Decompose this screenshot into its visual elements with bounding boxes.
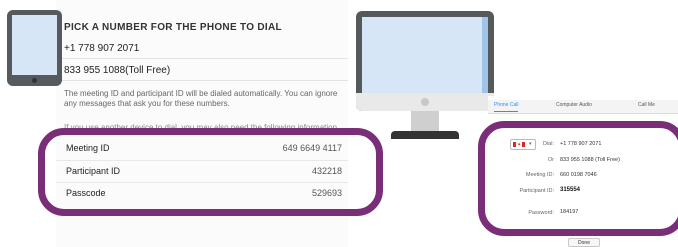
dial-number-option[interactable]: +1 778 907 2071 — [64, 43, 139, 54]
monitor-chin — [356, 93, 494, 111]
highlight-outline-left — [38, 128, 383, 216]
tab-computer-audio[interactable]: Computer Audio — [556, 102, 592, 108]
zoom-tab-bar: Phone Call Computer Audio Call Me — [488, 100, 678, 114]
monitor-screen-strip — [482, 17, 488, 93]
monitor-screen — [362, 17, 488, 93]
or-label: Or — [547, 157, 554, 163]
monitor-stand-neck — [411, 111, 439, 133]
zoom-password: 184197 — [560, 209, 579, 215]
meeting-id-label: Meeting ID: — [525, 172, 554, 178]
divider — [56, 58, 348, 59]
dial-heading: PICK A NUMBER FOR THE PHONE TO DIAL — [64, 22, 282, 33]
tablet-screen — [12, 15, 57, 75]
zoom-meeting-id: 660 0198 7046 — [560, 172, 597, 178]
dial-info-note: The meeting ID and participant ID will b… — [64, 89, 338, 108]
tablet-home-button — [32, 78, 37, 83]
monitor-icon — [356, 11, 494, 111]
participant-id-label: Participant ID: — [519, 188, 554, 194]
divider — [56, 80, 348, 81]
zoom-toll-free-number: 833 955 1088 (Toll Free) — [560, 157, 620, 163]
tab-phone-call[interactable]: Phone Call — [494, 102, 519, 112]
zoom-dial-number: +1 778 907 2071 — [560, 141, 602, 147]
monitor-stand-base — [391, 131, 459, 139]
tablet-icon — [7, 10, 62, 86]
monitor-power-dot — [421, 98, 429, 106]
password-label: Password: — [528, 210, 554, 216]
tab-call-me[interactable]: Call Me — [638, 102, 655, 108]
highlight-outline-right — [478, 121, 678, 236]
dial-label: Dial: — [542, 141, 554, 147]
zoom-participant-id: 315554 — [560, 187, 581, 193]
dial-number-option[interactable]: 833 955 1088(Toll Free) — [64, 65, 170, 76]
done-button[interactable]: Done — [568, 238, 600, 247]
